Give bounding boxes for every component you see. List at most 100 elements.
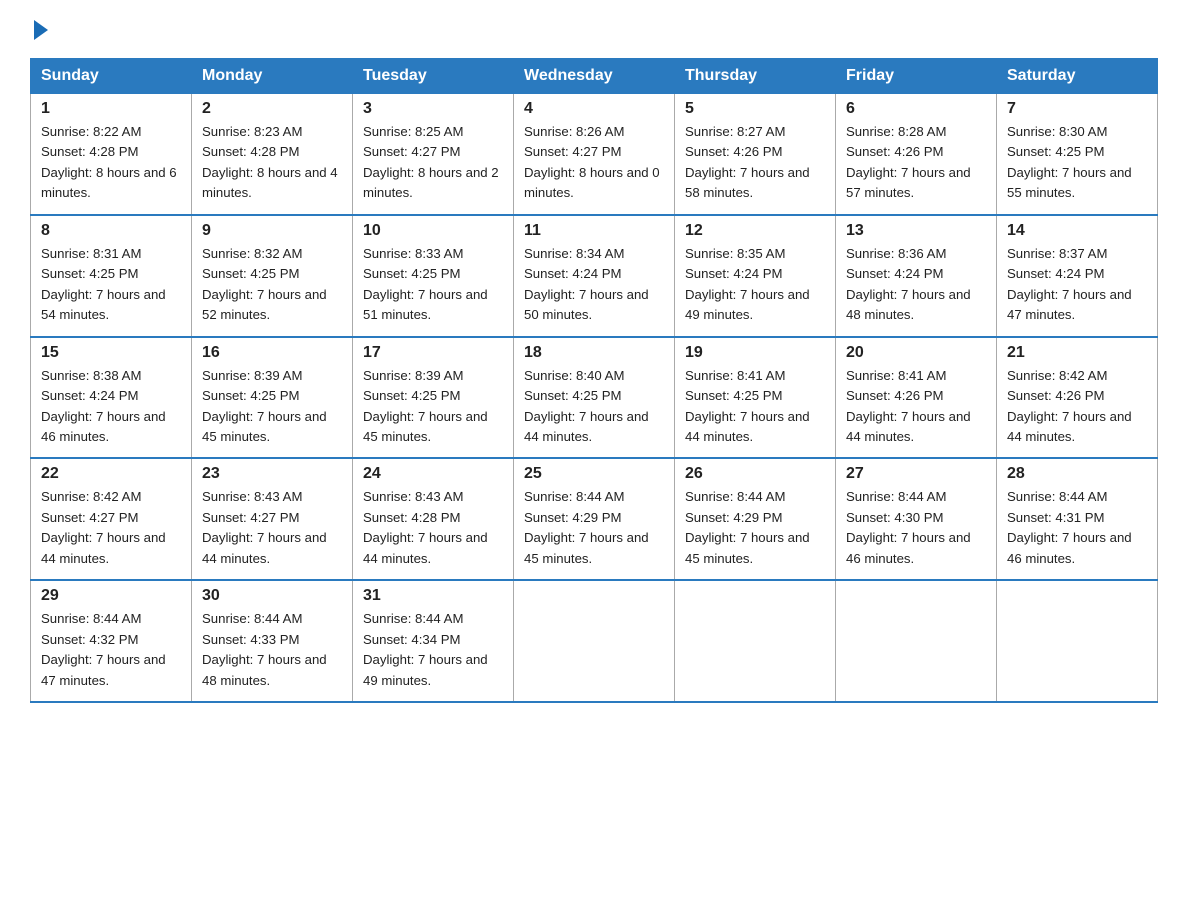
day-info: Sunrise: 8:37 AMSunset: 4:24 PMDaylight:… <box>1007 244 1147 326</box>
header-cell-saturday: Saturday <box>997 59 1158 94</box>
calendar-table: SundayMondayTuesdayWednesdayThursdayFrid… <box>30 58 1158 703</box>
day-info: Sunrise: 8:43 AMSunset: 4:27 PMDaylight:… <box>202 487 342 569</box>
day-cell <box>675 580 836 702</box>
day-cell: 7 Sunrise: 8:30 AMSunset: 4:25 PMDayligh… <box>997 94 1158 215</box>
day-info: Sunrise: 8:30 AMSunset: 4:25 PMDaylight:… <box>1007 122 1147 204</box>
week-row-2: 8 Sunrise: 8:31 AMSunset: 4:25 PMDayligh… <box>31 215 1158 337</box>
day-cell: 20 Sunrise: 8:41 AMSunset: 4:26 PMDaylig… <box>836 337 997 459</box>
day-cell: 28 Sunrise: 8:44 AMSunset: 4:31 PMDaylig… <box>997 458 1158 580</box>
day-cell: 6 Sunrise: 8:28 AMSunset: 4:26 PMDayligh… <box>836 94 997 215</box>
day-cell: 1 Sunrise: 8:22 AMSunset: 4:28 PMDayligh… <box>31 94 192 215</box>
header-cell-wednesday: Wednesday <box>514 59 675 94</box>
day-number: 1 <box>41 100 181 118</box>
day-info: Sunrise: 8:40 AMSunset: 4:25 PMDaylight:… <box>524 366 664 448</box>
day-cell: 27 Sunrise: 8:44 AMSunset: 4:30 PMDaylig… <box>836 458 997 580</box>
day-info: Sunrise: 8:44 AMSunset: 4:32 PMDaylight:… <box>41 609 181 691</box>
header-cell-friday: Friday <box>836 59 997 94</box>
day-info: Sunrise: 8:44 AMSunset: 4:34 PMDaylight:… <box>363 609 503 691</box>
day-cell: 15 Sunrise: 8:38 AMSunset: 4:24 PMDaylig… <box>31 337 192 459</box>
day-number: 31 <box>363 587 503 605</box>
day-info: Sunrise: 8:41 AMSunset: 4:26 PMDaylight:… <box>846 366 986 448</box>
day-cell: 14 Sunrise: 8:37 AMSunset: 4:24 PMDaylig… <box>997 215 1158 337</box>
calendar-body: 1 Sunrise: 8:22 AMSunset: 4:28 PMDayligh… <box>31 94 1158 703</box>
day-info: Sunrise: 8:41 AMSunset: 4:25 PMDaylight:… <box>685 366 825 448</box>
day-number: 4 <box>524 100 664 118</box>
day-number: 27 <box>846 465 986 483</box>
day-info: Sunrise: 8:31 AMSunset: 4:25 PMDaylight:… <box>41 244 181 326</box>
day-number: 21 <box>1007 344 1147 362</box>
day-cell: 2 Sunrise: 8:23 AMSunset: 4:28 PMDayligh… <box>192 94 353 215</box>
day-number: 6 <box>846 100 986 118</box>
week-row-4: 22 Sunrise: 8:42 AMSunset: 4:27 PMDaylig… <box>31 458 1158 580</box>
day-cell: 12 Sunrise: 8:35 AMSunset: 4:24 PMDaylig… <box>675 215 836 337</box>
day-info: Sunrise: 8:38 AMSunset: 4:24 PMDaylight:… <box>41 366 181 448</box>
day-number: 10 <box>363 222 503 240</box>
day-info: Sunrise: 8:36 AMSunset: 4:24 PMDaylight:… <box>846 244 986 326</box>
day-cell: 18 Sunrise: 8:40 AMSunset: 4:25 PMDaylig… <box>514 337 675 459</box>
day-info: Sunrise: 8:44 AMSunset: 4:29 PMDaylight:… <box>524 487 664 569</box>
day-number: 2 <box>202 100 342 118</box>
day-cell: 16 Sunrise: 8:39 AMSunset: 4:25 PMDaylig… <box>192 337 353 459</box>
header-row: SundayMondayTuesdayWednesdayThursdayFrid… <box>31 59 1158 94</box>
day-number: 25 <box>524 465 664 483</box>
logo-blue-text <box>30 20 48 38</box>
day-cell: 9 Sunrise: 8:32 AMSunset: 4:25 PMDayligh… <box>192 215 353 337</box>
day-info: Sunrise: 8:33 AMSunset: 4:25 PMDaylight:… <box>363 244 503 326</box>
day-number: 17 <box>363 344 503 362</box>
day-number: 8 <box>41 222 181 240</box>
logo <box>30 20 48 38</box>
day-number: 15 <box>41 344 181 362</box>
header-cell-monday: Monday <box>192 59 353 94</box>
day-number: 3 <box>363 100 503 118</box>
day-number: 13 <box>846 222 986 240</box>
page-header <box>30 20 1158 38</box>
day-cell: 30 Sunrise: 8:44 AMSunset: 4:33 PMDaylig… <box>192 580 353 702</box>
header-cell-thursday: Thursday <box>675 59 836 94</box>
day-number: 26 <box>685 465 825 483</box>
day-info: Sunrise: 8:39 AMSunset: 4:25 PMDaylight:… <box>202 366 342 448</box>
day-number: 22 <box>41 465 181 483</box>
day-number: 18 <box>524 344 664 362</box>
day-cell: 13 Sunrise: 8:36 AMSunset: 4:24 PMDaylig… <box>836 215 997 337</box>
day-cell: 4 Sunrise: 8:26 AMSunset: 4:27 PMDayligh… <box>514 94 675 215</box>
day-cell: 10 Sunrise: 8:33 AMSunset: 4:25 PMDaylig… <box>353 215 514 337</box>
day-cell <box>997 580 1158 702</box>
day-info: Sunrise: 8:28 AMSunset: 4:26 PMDaylight:… <box>846 122 986 204</box>
day-info: Sunrise: 8:26 AMSunset: 4:27 PMDaylight:… <box>524 122 664 204</box>
day-cell <box>836 580 997 702</box>
day-cell: 25 Sunrise: 8:44 AMSunset: 4:29 PMDaylig… <box>514 458 675 580</box>
header-cell-tuesday: Tuesday <box>353 59 514 94</box>
day-info: Sunrise: 8:44 AMSunset: 4:33 PMDaylight:… <box>202 609 342 691</box>
day-cell: 21 Sunrise: 8:42 AMSunset: 4:26 PMDaylig… <box>997 337 1158 459</box>
day-number: 16 <box>202 344 342 362</box>
day-cell: 3 Sunrise: 8:25 AMSunset: 4:27 PMDayligh… <box>353 94 514 215</box>
day-cell: 11 Sunrise: 8:34 AMSunset: 4:24 PMDaylig… <box>514 215 675 337</box>
day-info: Sunrise: 8:25 AMSunset: 4:27 PMDaylight:… <box>363 122 503 204</box>
day-number: 19 <box>685 344 825 362</box>
day-info: Sunrise: 8:35 AMSunset: 4:24 PMDaylight:… <box>685 244 825 326</box>
day-cell: 31 Sunrise: 8:44 AMSunset: 4:34 PMDaylig… <box>353 580 514 702</box>
day-cell: 23 Sunrise: 8:43 AMSunset: 4:27 PMDaylig… <box>192 458 353 580</box>
day-info: Sunrise: 8:44 AMSunset: 4:29 PMDaylight:… <box>685 487 825 569</box>
day-cell: 24 Sunrise: 8:43 AMSunset: 4:28 PMDaylig… <box>353 458 514 580</box>
day-info: Sunrise: 8:39 AMSunset: 4:25 PMDaylight:… <box>363 366 503 448</box>
day-info: Sunrise: 8:32 AMSunset: 4:25 PMDaylight:… <box>202 244 342 326</box>
day-number: 12 <box>685 222 825 240</box>
day-number: 23 <box>202 465 342 483</box>
day-cell: 5 Sunrise: 8:27 AMSunset: 4:26 PMDayligh… <box>675 94 836 215</box>
day-info: Sunrise: 8:27 AMSunset: 4:26 PMDaylight:… <box>685 122 825 204</box>
day-info: Sunrise: 8:34 AMSunset: 4:24 PMDaylight:… <box>524 244 664 326</box>
day-cell: 29 Sunrise: 8:44 AMSunset: 4:32 PMDaylig… <box>31 580 192 702</box>
day-cell <box>514 580 675 702</box>
day-info: Sunrise: 8:44 AMSunset: 4:30 PMDaylight:… <box>846 487 986 569</box>
day-number: 9 <box>202 222 342 240</box>
week-row-5: 29 Sunrise: 8:44 AMSunset: 4:32 PMDaylig… <box>31 580 1158 702</box>
calendar-header: SundayMondayTuesdayWednesdayThursdayFrid… <box>31 59 1158 94</box>
day-info: Sunrise: 8:23 AMSunset: 4:28 PMDaylight:… <box>202 122 342 204</box>
day-number: 14 <box>1007 222 1147 240</box>
day-info: Sunrise: 8:42 AMSunset: 4:27 PMDaylight:… <box>41 487 181 569</box>
day-cell: 19 Sunrise: 8:41 AMSunset: 4:25 PMDaylig… <box>675 337 836 459</box>
day-number: 28 <box>1007 465 1147 483</box>
day-cell: 22 Sunrise: 8:42 AMSunset: 4:27 PMDaylig… <box>31 458 192 580</box>
day-number: 7 <box>1007 100 1147 118</box>
